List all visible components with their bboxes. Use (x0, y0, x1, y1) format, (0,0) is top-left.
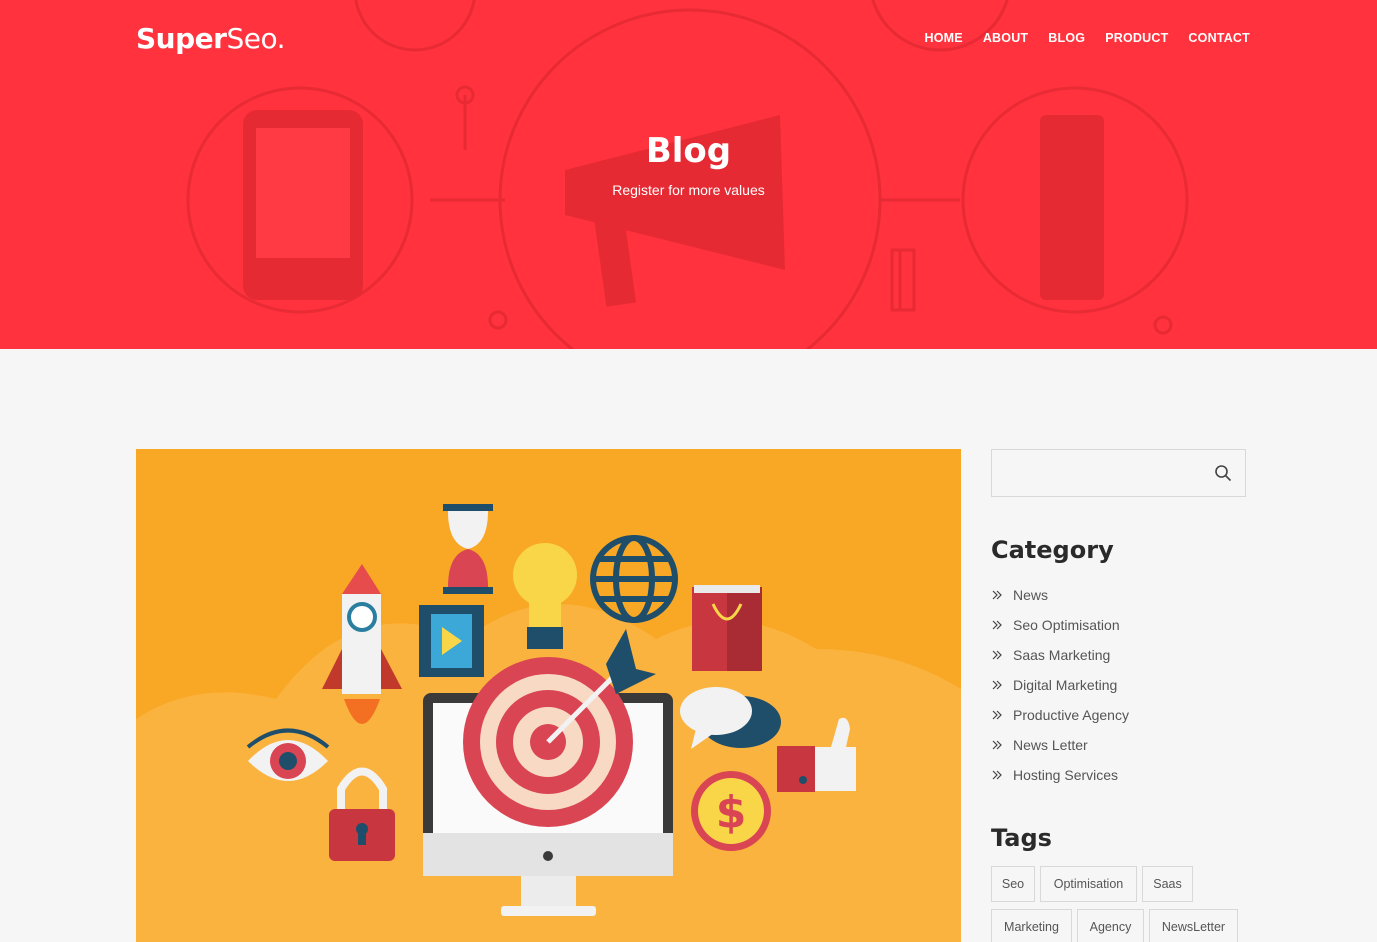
dollar-coin-icon: $ (691, 771, 771, 851)
category-label: News Letter (1013, 737, 1088, 753)
globe-icon (590, 535, 678, 623)
tag-saas[interactable]: Saas (1142, 866, 1193, 902)
category-list: News Seo Optimisation Saas Marketing Dig… (991, 580, 1129, 790)
category-item[interactable]: Seo Optimisation (991, 610, 1129, 640)
tags-heading: Tags (991, 824, 1052, 852)
double-chevron-right-icon (992, 680, 1002, 690)
tag-seo[interactable]: Seo (991, 866, 1035, 902)
category-item[interactable]: News (991, 580, 1129, 610)
category-label: News (1013, 587, 1049, 603)
category-label: Saas Marketing (1013, 647, 1111, 663)
svg-text:$: $ (716, 787, 747, 838)
double-chevron-right-icon (992, 590, 1002, 600)
nav-home[interactable]: HOME (925, 31, 963, 45)
hourglass-icon (443, 504, 493, 594)
hero-banner: SuperSeo. HOME ABOUT BLOG PRODUCT CONTAC… (0, 0, 1377, 349)
category-item[interactable]: Saas Marketing (991, 640, 1129, 670)
main-nav: HOME ABOUT BLOG PRODUCT CONTACT (925, 31, 1250, 45)
tag-marketing[interactable]: Marketing (991, 909, 1072, 942)
tag-newsletter[interactable]: NewsLetter (1149, 909, 1238, 942)
featured-post-image[interactable]: $ (136, 449, 961, 942)
category-label: Seo Optimisation (1013, 617, 1120, 633)
nav-contact[interactable]: CONTACT (1188, 31, 1250, 45)
site-logo[interactable]: SuperSeo. (136, 22, 285, 55)
category-label: Productive Agency (1013, 707, 1129, 723)
seo-illustration: $ (136, 504, 961, 942)
double-chevron-right-icon (992, 770, 1002, 780)
tag-optimisation[interactable]: Optimisation (1040, 866, 1137, 902)
double-chevron-right-icon (992, 620, 1002, 630)
category-label: Hosting Services (1013, 767, 1119, 783)
video-icon (419, 605, 484, 677)
search-box (991, 449, 1246, 497)
double-chevron-right-icon (992, 740, 1002, 750)
category-item[interactable]: News Letter (991, 730, 1129, 760)
nav-product[interactable]: PRODUCT (1105, 31, 1168, 45)
category-item[interactable]: Productive Agency (991, 700, 1129, 730)
tag-agency[interactable]: Agency (1077, 909, 1144, 942)
category-label: Digital Marketing (1013, 677, 1118, 693)
search-icon[interactable] (1214, 464, 1232, 482)
nav-about[interactable]: ABOUT (983, 31, 1028, 45)
page-title: Blog (645, 131, 732, 171)
search-input[interactable] (992, 450, 1202, 496)
category-item[interactable]: Hosting Services (991, 760, 1129, 790)
double-chevron-right-icon (992, 650, 1002, 660)
logo-light-text: Seo. (226, 22, 285, 55)
category-heading: Category (991, 536, 1114, 564)
logo-bold-text: Super (136, 22, 227, 55)
page-subtitle: Register for more values (612, 182, 765, 198)
category-item[interactable]: Digital Marketing (991, 670, 1129, 700)
double-chevron-right-icon (992, 710, 1002, 720)
nav-blog[interactable]: BLOG (1048, 31, 1085, 45)
shopping-bag-icon (692, 585, 762, 671)
